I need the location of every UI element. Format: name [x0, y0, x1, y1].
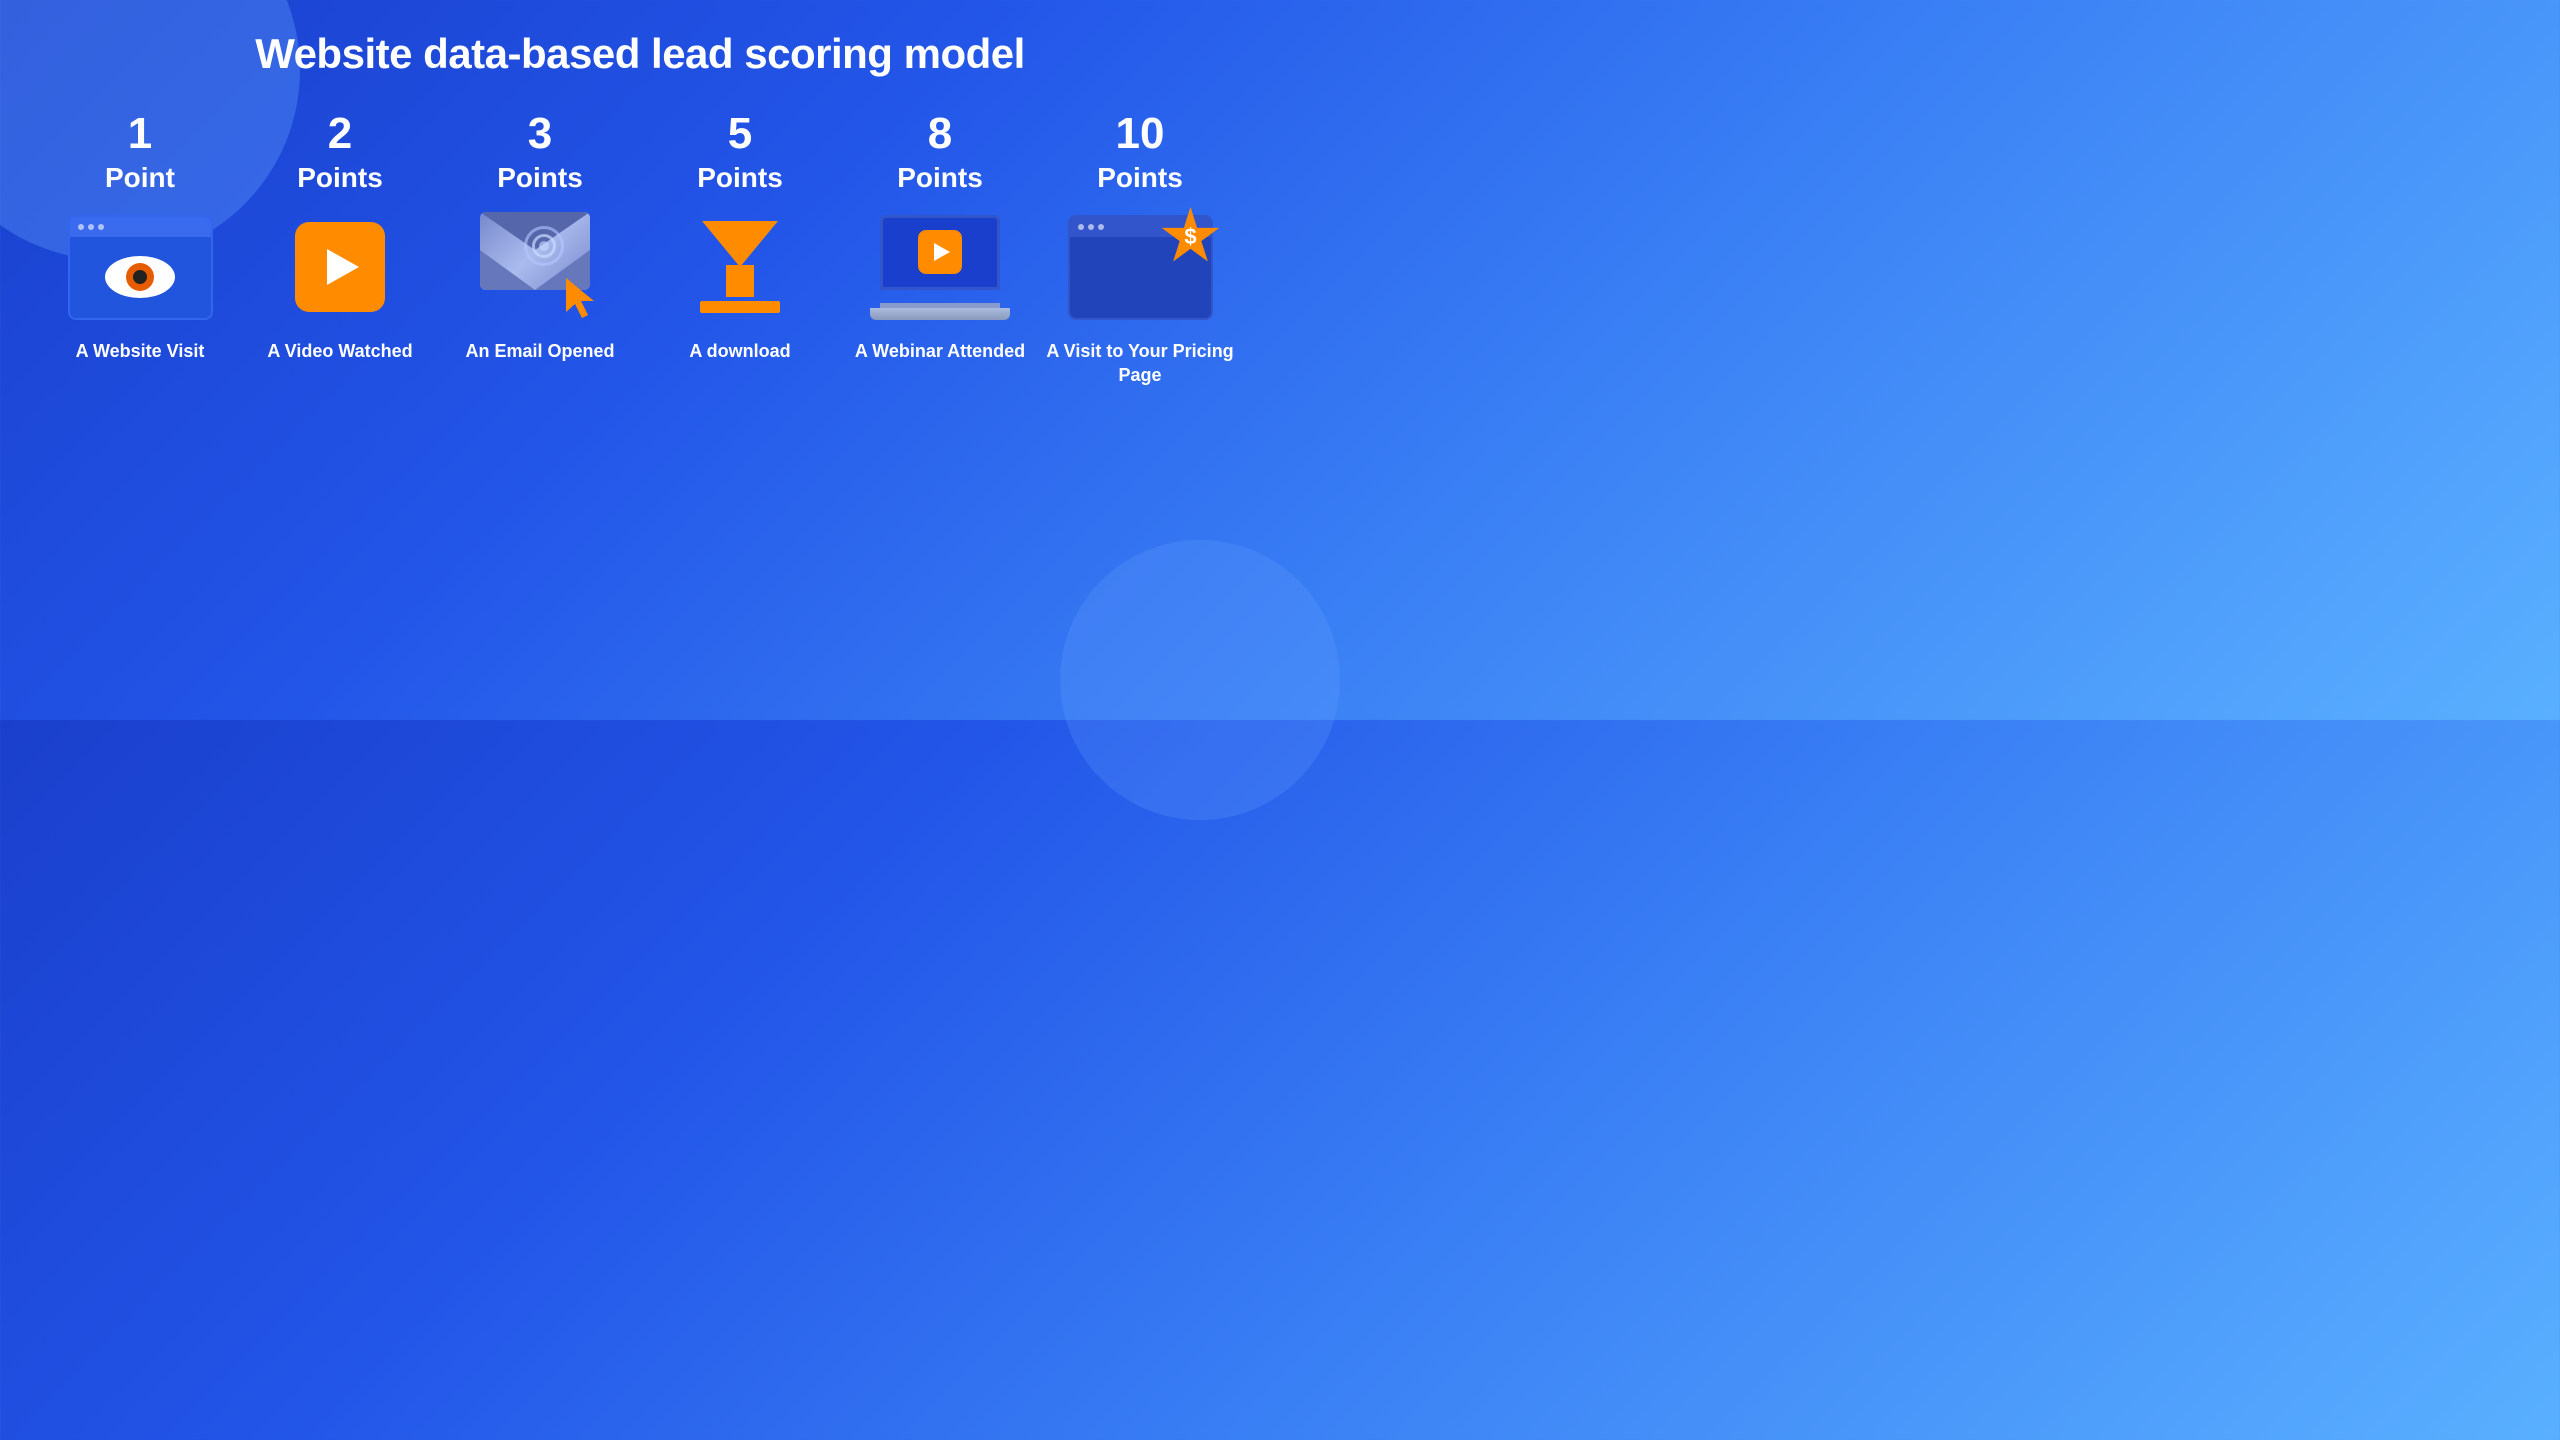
- laptop-screen: [880, 215, 1000, 290]
- item-desc-5: A Webinar Attended: [855, 340, 1025, 363]
- play-triangle: [327, 249, 359, 285]
- laptop-play-icon: [870, 215, 1010, 320]
- arrow-stem: [726, 265, 754, 297]
- item-desc-1: A Website Visit: [76, 340, 205, 363]
- arrow-base: [700, 301, 780, 313]
- icon-wrapper-1: [68, 212, 213, 322]
- browser-dot-2: [88, 224, 94, 230]
- icon-wrapper-3: [470, 212, 610, 322]
- item-desc-4: A download: [689, 340, 790, 363]
- browser-eye-icon: [68, 215, 213, 320]
- page-container: Website data-based lead scoring model 1 …: [0, 0, 1280, 720]
- laptop-base: [870, 308, 1010, 320]
- browser-content: [70, 237, 211, 318]
- score-item-pricing: 10 Points $: [1040, 108, 1240, 387]
- laptop-play-button: [918, 230, 962, 274]
- points-label-6: 10 Points: [1097, 108, 1183, 194]
- browser-dot-1: [78, 224, 84, 230]
- eye-outer: [105, 256, 175, 298]
- icon-wrapper-2: [268, 212, 413, 322]
- star-burst-shape: $: [1161, 207, 1221, 267]
- dollar-badge: $: [1161, 207, 1221, 267]
- score-item-video-watched: 2 Points A Video Watched: [240, 108, 440, 364]
- item-desc-6: A Visit to Your Pricing Page: [1040, 340, 1240, 387]
- score-item-download: 5 Points A download: [640, 108, 840, 364]
- pricing-dot-1: [1078, 224, 1084, 230]
- icon-wrapper-5: [868, 212, 1013, 322]
- item-desc-3: An Email Opened: [465, 340, 614, 363]
- play-button-icon: [295, 222, 385, 312]
- arrow-head: [702, 221, 778, 267]
- eye-inner: [133, 270, 147, 284]
- icon-wrapper-6: $: [1068, 212, 1213, 322]
- page-title: Website data-based lead scoring model: [255, 30, 1025, 78]
- points-label-3: 3 Points: [497, 108, 583, 194]
- points-label-1: 1 Point: [105, 108, 175, 194]
- dollar-sign: $: [1184, 224, 1196, 250]
- download-arrow-icon: [700, 221, 780, 313]
- item-desc-2: A Video Watched: [267, 340, 412, 363]
- points-label-2: 2 Points: [297, 108, 383, 194]
- score-item-webinar: 8 Points A Webinar Attended: [840, 108, 1040, 364]
- browser-dot-3: [98, 224, 104, 230]
- score-item-email-opened: 3 Points: [440, 108, 640, 364]
- cursor-arrow-icon: [566, 278, 602, 320]
- scoring-items-row: 1 Point: [40, 108, 1240, 700]
- pricing-dot-3: [1098, 224, 1104, 230]
- laptop-play-triangle: [934, 243, 950, 261]
- points-label-5: 8 Points: [897, 108, 983, 194]
- pricing-dot-2: [1088, 224, 1094, 230]
- browser-dollar-icon: $: [1068, 215, 1213, 320]
- eye-pupil: [126, 263, 154, 291]
- icon-wrapper-4: [668, 212, 813, 322]
- points-label-4: 5 Points: [697, 108, 783, 194]
- score-item-website-visit: 1 Point: [40, 108, 240, 364]
- browser-bar: [70, 217, 211, 237]
